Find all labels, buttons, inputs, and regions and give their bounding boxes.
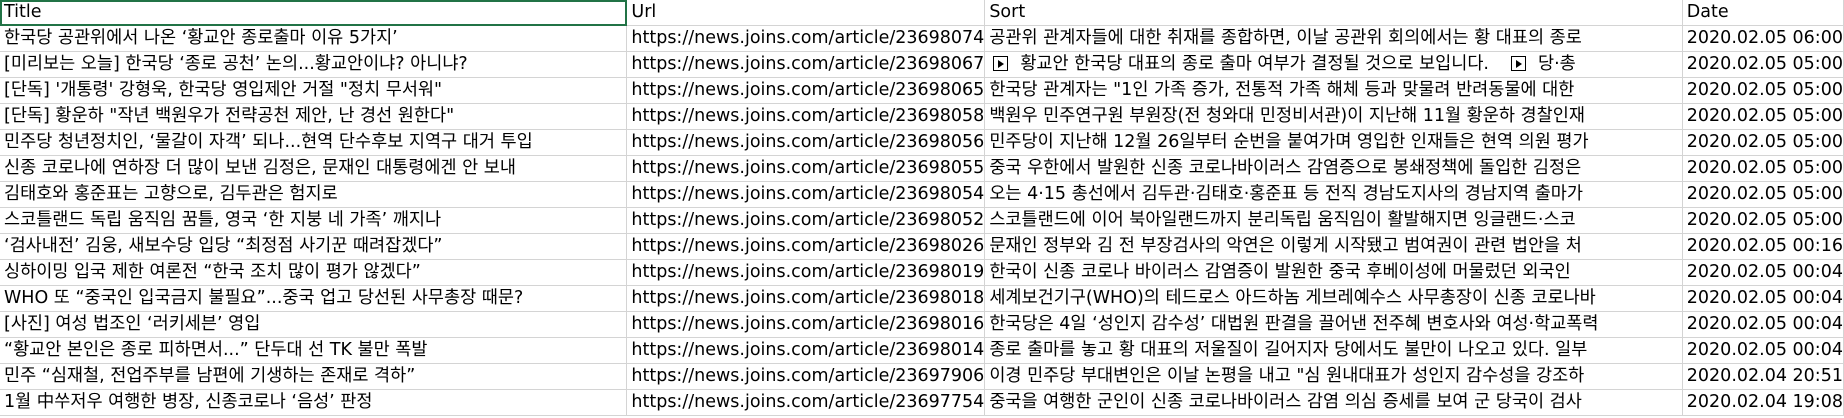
sort-cell[interactable]: 스코틀랜드에 이어 북아일랜드까지 분리독립 움직임이 활발해지면 잉글랜드·스…	[984, 207, 1683, 235]
date-cell[interactable]: 2020.02.05 00:04	[1682, 285, 1844, 313]
title-cell[interactable]: [단독] '개통령' 강형욱, 한국당 영입제안 거절 "정치 무서워"	[0, 77, 628, 105]
header-cell-date[interactable]: Date	[1682, 0, 1844, 27]
date-cell[interactable]: 2020.02.05 05:00	[1682, 51, 1844, 79]
url-cell[interactable]: https://news.joins.com/article/23698067	[626, 51, 986, 79]
url-cell[interactable]: https://news.joins.com/article/23698056	[626, 129, 986, 157]
title-cell[interactable]: [단독] 황운하 "작년 백원우가 전략공천 제안, 난 경선 원한다"	[0, 103, 628, 131]
table-row: [사진] 여성 법조인 ‘러키세븐’ 영입 https://news.joins.…	[0, 311, 1844, 339]
table-row: [미리보는 오늘] 한국당 ‘종로 공천’ 논의...황교안이냐? 아니냐? ht…	[0, 51, 1844, 79]
date-cell[interactable]: 2020.02.05 05:00	[1682, 207, 1844, 235]
date-cell[interactable]: 2020.02.04 20:51	[1682, 363, 1844, 391]
play-icon	[1510, 56, 1526, 72]
sort-cell[interactable]: 문재인 정부와 김 전 부장검사의 악연은 이렇게 시작됐고 범여권이 관련 법…	[984, 233, 1683, 261]
date-cell[interactable]: 2020.02.05 00:04	[1682, 311, 1844, 339]
title-cell[interactable]: “황교안 본인은 종로 피하면서...” 단두대 선 TK 불만 폭발	[0, 337, 628, 365]
date-cell[interactable]: 2020.02.05 05:00	[1682, 103, 1844, 131]
date-cell[interactable]: 2020.02.05 05:00	[1682, 181, 1844, 209]
table-row: 스코틀랜드 독립 움직임 꿈틀, 영국 ‘한 지붕 네 가족’ 깨지나 https…	[0, 207, 1844, 235]
url-cell[interactable]: https://news.joins.com/article/23698065	[626, 77, 986, 105]
sort-cell[interactable]: 중국 우한에서 발원한 신종 코로나바이러스 감염증으로 봉쇄정책에 돌입한 김…	[984, 155, 1683, 183]
date-cell[interactable]: 2020.02.05 05:00	[1682, 129, 1844, 157]
table-row: 민주당 청년정치인, ‘물갈이 자객’ 되나...현역 단수후보 지역구 대거 …	[0, 129, 1844, 157]
data-table: Title Url Sort Date 한국당 공관위에서 나온 ‘황교안 종로…	[0, 0, 1844, 417]
sort-cell[interactable]: 한국당은 4일 ‘성인지 감수성’ 대법원 판결을 끌어낸 전주혜 변호사와 여…	[984, 311, 1683, 339]
sort-cell[interactable]: 오는 4·15 총선에서 김두관·김태호·홍준표 등 전직 경남도지사의 경남지…	[984, 181, 1683, 209]
title-cell[interactable]: 민주 “심재철, 전업주부를 남편에 기생하는 존재로 격하”	[0, 363, 628, 391]
url-cell[interactable]: https://news.joins.com/article/23698058	[626, 103, 986, 131]
table-row: ‘검사내전’ 김웅, 새보수당 입당 “최정점 사기꾼 때려잡겠다” https:…	[0, 233, 1844, 261]
title-cell[interactable]: WHO 또 “중국인 입국금지 불필요”...중국 업고 당선된 사무총장 때문…	[0, 285, 628, 313]
title-cell[interactable]: 1월 中쑤저우 여행한 병장, 신종코로나 ‘음성’ 판정	[0, 389, 628, 417]
title-cell[interactable]: [사진] 여성 법조인 ‘러키세븐’ 영입	[0, 311, 628, 339]
table-row: 신종 코로나에 연하장 더 많이 보낸 김정은, 문재인 대통령에겐 안 보내 h…	[0, 155, 1844, 183]
table-row: 싱하이밍 입국 제한 여론전 “한국 조치 많이 평가 않겠다” https://…	[0, 259, 1844, 287]
url-cell[interactable]: https://news.joins.com/article/23698074	[626, 25, 986, 53]
header-cell-url[interactable]: Url	[626, 0, 986, 27]
sort-cell[interactable]: 공관위 관계자들에 대한 취재를 종합하면, 이날 공관위 회의에서는 황 대표…	[984, 25, 1683, 53]
header-cell-title[interactable]: Title	[0, 0, 628, 27]
date-cell[interactable]: 2020.02.05 05:00	[1682, 77, 1844, 105]
header-row: Title Url Sort Date	[0, 0, 1844, 27]
sort-cell[interactable]: 이경 민주당 부대변인은 이날 논평을 내고 "심 원내대표가 성인지 감수성을…	[984, 363, 1683, 391]
date-cell[interactable]: 2020.02.05 00:04	[1682, 337, 1844, 365]
sort-text-fragment: 당·총	[1537, 54, 1576, 75]
title-cell[interactable]: 한국당 공관위에서 나온 ‘황교안 종로출마 이유 5가지’	[0, 25, 628, 53]
table-row: 민주 “심재철, 전업주부를 남편에 기생하는 존재로 격하” https://n…	[0, 363, 1844, 391]
sort-text-fragment: 황교안 한국당 대표의 종로 출마 여부가 결정될 것으로 보입니다.	[1020, 54, 1489, 75]
sort-cell[interactable]: 한국이 신종 코로나 바이러스 감염증이 발원한 중국 후베이성에 머물렀던 외…	[984, 259, 1683, 287]
url-cell[interactable]: https://news.joins.com/article/23698055	[626, 155, 986, 183]
title-cell[interactable]: 신종 코로나에 연하장 더 많이 보낸 김정은, 문재인 대통령에겐 안 보내	[0, 155, 628, 183]
sort-cell[interactable]: 민주당이 지난해 12월 26일부터 순번을 붙여가며 영입한 인재들은 현역 …	[984, 129, 1683, 157]
title-cell[interactable]: 싱하이밍 입국 제한 여론전 “한국 조치 많이 평가 않겠다”	[0, 259, 628, 287]
title-cell[interactable]: 스코틀랜드 독립 움직임 꿈틀, 영국 ‘한 지붕 네 가족’ 깨지나	[0, 207, 628, 235]
table-row: 한국당 공관위에서 나온 ‘황교안 종로출마 이유 5가지’ https://ne…	[0, 25, 1844, 53]
table-row: WHO 또 “중국인 입국금지 불필요”...중국 업고 당선된 사무총장 때문…	[0, 285, 1844, 313]
sort-cell[interactable]: 황교안 한국당 대표의 종로 출마 여부가 결정될 것으로 보입니다. 당·총	[984, 51, 1683, 79]
url-cell[interactable]: https://news.joins.com/article/23698054	[626, 181, 986, 209]
table-row: “황교안 본인은 종로 피하면서...” 단두대 선 TK 불만 폭발 https…	[0, 337, 1844, 365]
table-row: [단독] '개통령' 강형욱, 한국당 영입제안 거절 "정치 무서워" http…	[0, 77, 1844, 105]
url-cell[interactable]: https://news.joins.com/article/23698052	[626, 207, 986, 235]
url-cell[interactable]: https://news.joins.com/article/23697906	[626, 363, 986, 391]
date-cell[interactable]: 2020.02.05 00:16	[1682, 233, 1844, 261]
date-cell[interactable]: 2020.02.05 05:00	[1682, 155, 1844, 183]
title-cell[interactable]: ‘검사내전’ 김웅, 새보수당 입당 “최정점 사기꾼 때려잡겠다”	[0, 233, 628, 261]
header-cell-sort[interactable]: Sort	[984, 0, 1683, 27]
sort-cell[interactable]: 종로 출마를 놓고 황 대표의 저울질이 길어지자 당에서도 불만이 나오고 있…	[984, 337, 1683, 365]
date-cell[interactable]: 2020.02.04 19:08	[1682, 389, 1844, 417]
table-row: 1월 中쑤저우 여행한 병장, 신종코로나 ‘음성’ 판정 https://new…	[0, 389, 1844, 417]
sort-cell[interactable]: 중국을 여행한 군인이 신종 코로나바이러스 감염 의심 증세를 보여 군 당국…	[984, 389, 1683, 417]
play-icon	[993, 56, 1009, 72]
sort-cell[interactable]: 백원우 민주연구원 부원장(전 청와대 민정비서관)이 지난해 11월 황운하 …	[984, 103, 1683, 131]
url-cell[interactable]: https://news.joins.com/article/23698016	[626, 311, 986, 339]
table-row: 김태호와 홍준표는 고향으로, 김두관은 험지로 https://news.joi…	[0, 181, 1844, 209]
title-cell[interactable]: [미리보는 오늘] 한국당 ‘종로 공천’ 논의...황교안이냐? 아니냐?	[0, 51, 628, 79]
url-cell[interactable]: https://news.joins.com/article/23698018	[626, 285, 986, 313]
spreadsheet-grid: Title Url Sort Date 한국당 공관위에서 나온 ‘황교안 종로…	[0, 0, 1844, 418]
date-cell[interactable]: 2020.02.05 00:04	[1682, 259, 1844, 287]
sort-cell[interactable]: 세계보건기구(WHO)의 테드로스 아드하놈 게브레예수스 사무총장이 신종 코…	[984, 285, 1683, 313]
title-cell[interactable]: 김태호와 홍준표는 고향으로, 김두관은 험지로	[0, 181, 628, 209]
date-cell[interactable]: 2020.02.05 06:00	[1682, 25, 1844, 53]
url-cell[interactable]: https://news.joins.com/article/23697754	[626, 389, 986, 417]
table-row: [단독] 황운하 "작년 백원우가 전략공천 제안, 난 경선 원한다" http…	[0, 103, 1844, 131]
title-cell[interactable]: 민주당 청년정치인, ‘물갈이 자객’ 되나...현역 단수후보 지역구 대거 …	[0, 129, 628, 157]
sort-cell[interactable]: 한국당 관계자는 "1인 가족 증가, 전통적 가족 해체 등과 맞물려 반려동…	[984, 77, 1683, 105]
url-cell[interactable]: https://news.joins.com/article/23698014	[626, 337, 986, 365]
url-cell[interactable]: https://news.joins.com/article/23698019	[626, 259, 986, 287]
url-cell[interactable]: https://news.joins.com/article/23698026	[626, 233, 986, 261]
